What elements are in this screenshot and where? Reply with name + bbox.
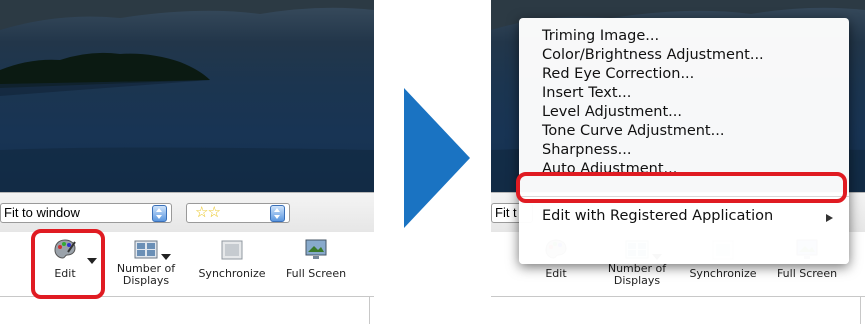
number-of-displays-label: Number of Displays xyxy=(607,262,667,287)
full-screen-label: Full Screen xyxy=(776,267,838,280)
menu-item-sharpness[interactable]: Sharpness... xyxy=(542,141,632,160)
number-of-displays-button[interactable]: Number of Displays xyxy=(106,236,186,292)
arrow-right-icon xyxy=(404,88,470,228)
zoom-select-stepper-icon xyxy=(152,205,167,222)
zoom-select-value: Fit t xyxy=(495,205,517,220)
number-of-displays-label: Number of Displays xyxy=(116,262,176,287)
content-area xyxy=(491,296,865,324)
divider xyxy=(369,296,370,324)
display-grid-icon xyxy=(134,240,158,259)
rating-select[interactable]: ☆☆ xyxy=(186,203,290,223)
menu-item-level-adjustment[interactable]: Level Adjustment... xyxy=(542,103,682,122)
photo-preview xyxy=(0,0,374,192)
toolbar-strip: Fit to window ☆☆ xyxy=(0,192,374,233)
chevron-down-icon xyxy=(161,254,171,260)
full-screen-label: Full Screen xyxy=(285,267,347,280)
content-area xyxy=(0,296,374,324)
menu-item-tone-curve-adjustment[interactable]: Tone Curve Adjustment... xyxy=(542,122,724,141)
zoom-select[interactable]: Fit to window xyxy=(0,203,172,223)
edit-highlight xyxy=(31,229,105,299)
rating-select-stepper-icon xyxy=(270,205,285,222)
auto-adjustment-highlight xyxy=(516,172,847,203)
synchronize-button[interactable]: Synchronize xyxy=(192,236,272,292)
left-screenshot: Fit to window ☆☆ Edit Number of Displays… xyxy=(0,0,374,324)
menu-item-edit-with-registered-application[interactable]: Edit with Registered Application xyxy=(542,207,773,226)
edit-menu: Triming Image... Color/Brightness Adjust… xyxy=(519,18,849,264)
menu-item-red-eye-correction[interactable]: Red Eye Correction... xyxy=(542,65,694,84)
edit-label: Edit xyxy=(545,267,567,280)
monitor-icon xyxy=(305,239,327,259)
menu-item-color-brightness-adjustment[interactable]: Color/Brightness Adjustment... xyxy=(542,46,764,65)
submenu-arrow-icon xyxy=(826,214,833,222)
synchronize-icon xyxy=(221,240,243,260)
menu-item-triming-image[interactable]: Triming Image... xyxy=(542,27,659,46)
synchronize-label: Synchronize xyxy=(198,267,266,280)
divider xyxy=(860,296,861,324)
menu-item-insert-text[interactable]: Insert Text... xyxy=(542,84,631,103)
synchronize-label: Synchronize xyxy=(689,267,757,280)
zoom-select-value: Fit to window xyxy=(4,205,80,220)
full-screen-button[interactable]: Full Screen xyxy=(276,236,356,292)
right-screenshot: Fit t Edit Number of Displays Synchroniz… xyxy=(491,0,865,324)
rating-stars: ☆☆ xyxy=(195,204,221,221)
